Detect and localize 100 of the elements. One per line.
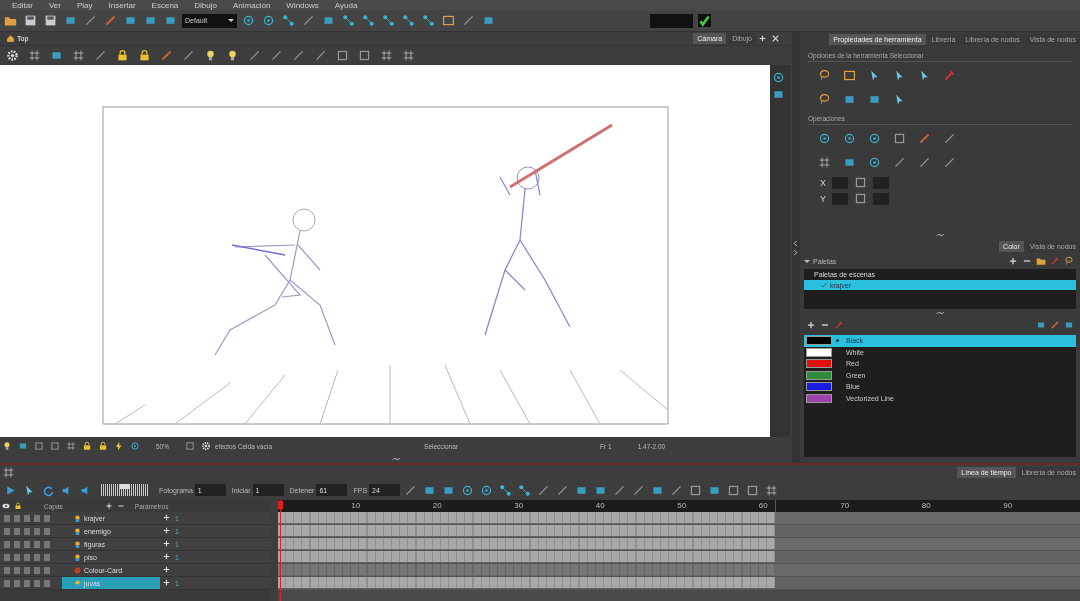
line-icon[interactable] (302, 14, 315, 27)
grid-icon[interactable] (402, 49, 415, 63)
target-icon[interactable] (130, 441, 140, 452)
nodes-icon[interactable] (382, 14, 395, 27)
folder-icon[interactable] (4, 14, 17, 27)
lock-icon[interactable] (82, 441, 92, 452)
grid-icon[interactable] (818, 156, 831, 169)
box-icon[interactable] (1064, 320, 1074, 330)
empty-dropdown[interactable] (650, 13, 693, 28)
home-icon[interactable] (6, 33, 15, 43)
menu-item[interactable]: Editar (12, 0, 33, 10)
dropper-icon[interactable] (1050, 256, 1060, 266)
line-icon[interactable] (670, 483, 684, 497)
check-mark-icon[interactable] (698, 14, 711, 27)
plus-icon[interactable] (162, 551, 171, 561)
line-icon[interactable] (632, 483, 646, 497)
target-icon[interactable] (242, 14, 255, 27)
square-icon[interactable] (893, 132, 906, 145)
square-icon[interactable] (34, 441, 44, 452)
box-icon[interactable] (164, 14, 177, 27)
floppy-icon[interactable] (44, 14, 57, 27)
target-icon[interactable] (772, 71, 785, 85)
menu-item[interactable]: Windows (286, 0, 319, 10)
frame-icon[interactable] (442, 14, 455, 27)
square-icon[interactable] (854, 192, 867, 205)
lasso-icon[interactable] (818, 93, 831, 106)
box-icon[interactable] (124, 14, 137, 27)
line-icon[interactable] (94, 49, 107, 63)
lasso-icon[interactable] (818, 69, 831, 82)
plus-icon[interactable] (806, 320, 816, 330)
bulb-icon[interactable] (226, 49, 239, 63)
size-field[interactable] (873, 176, 889, 189)
menu-item[interactable]: Play (76, 0, 93, 10)
lock-icon[interactable] (116, 49, 129, 63)
plus-icon[interactable] (758, 33, 767, 43)
folder-icon[interactable] (1036, 256, 1046, 266)
plus-icon[interactable] (162, 538, 171, 548)
frame-icon[interactable] (843, 69, 856, 82)
pencil-icon[interactable] (160, 49, 173, 63)
line-icon[interactable] (943, 132, 956, 145)
pencil-icon[interactable] (104, 14, 117, 27)
pencil-icon[interactable] (918, 132, 931, 145)
nodes-icon[interactable] (282, 14, 295, 27)
nodes-icon[interactable] (422, 14, 435, 27)
line-icon[interactable] (462, 14, 475, 27)
grid-icon[interactable] (72, 49, 85, 63)
gear-icon[interactable] (6, 49, 19, 63)
plus-icon[interactable] (162, 512, 171, 522)
line-icon[interactable] (270, 49, 283, 63)
line-icon[interactable] (248, 49, 261, 63)
size-field[interactable] (873, 192, 889, 205)
dropper-icon[interactable] (834, 320, 844, 330)
square-icon[interactable] (185, 441, 195, 452)
menu-item[interactable]: Dibujo (194, 0, 217, 10)
exposure-cells[interactable] (278, 538, 776, 549)
target-icon[interactable] (480, 483, 494, 497)
box-icon[interactable] (482, 14, 495, 27)
line-icon[interactable] (918, 156, 931, 169)
box-icon[interactable] (843, 156, 856, 169)
square-icon[interactable] (336, 49, 349, 63)
exposure-cells[interactable] (278, 512, 776, 523)
menu-item[interactable]: Insertar (108, 0, 136, 10)
line-icon[interactable] (893, 156, 906, 169)
nodes-icon[interactable] (518, 483, 532, 497)
plus-icon[interactable] (162, 577, 171, 587)
line-icon[interactable] (613, 483, 627, 497)
nodes-icon[interactable] (342, 14, 355, 27)
box-icon[interactable] (843, 93, 856, 106)
eye-icon[interactable] (2, 502, 10, 510)
box-icon[interactable] (64, 14, 77, 27)
line-icon[interactable] (292, 49, 305, 63)
lock-icon[interactable] (98, 441, 108, 452)
grid-icon[interactable] (765, 483, 779, 497)
square-icon[interactable] (727, 483, 741, 497)
target-icon[interactable] (262, 14, 275, 27)
lasso-icon[interactable] (1064, 256, 1074, 266)
square-icon[interactable] (50, 441, 60, 452)
exposure-cells[interactable] (278, 551, 776, 562)
dropper-icon[interactable] (943, 69, 956, 82)
chevron-right-icon[interactable] (792, 247, 799, 257)
grid-icon[interactable] (2, 466, 15, 479)
gear-icon[interactable] (201, 441, 211, 452)
coordinate-field[interactable] (832, 192, 848, 205)
nodes-icon[interactable] (402, 14, 415, 27)
floppy-icon[interactable] (24, 14, 37, 27)
nodes-icon[interactable] (362, 14, 375, 27)
line-icon[interactable] (314, 49, 327, 63)
menu-item[interactable]: Animación (233, 0, 271, 10)
line-icon[interactable] (84, 14, 97, 27)
grid-icon[interactable] (66, 441, 76, 452)
bulb-icon[interactable] (2, 441, 12, 452)
menu-item[interactable]: Ver (48, 0, 61, 10)
plus-icon[interactable] (162, 564, 171, 574)
coordinate-field[interactable] (832, 176, 848, 189)
lock-icon[interactable] (138, 49, 151, 63)
plus-icon[interactable] (162, 525, 171, 535)
exposure-cells[interactable] (278, 525, 776, 536)
exposure-cells[interactable] (278, 577, 776, 588)
pencil-icon[interactable] (1050, 320, 1060, 330)
bolt-icon[interactable] (114, 441, 124, 452)
